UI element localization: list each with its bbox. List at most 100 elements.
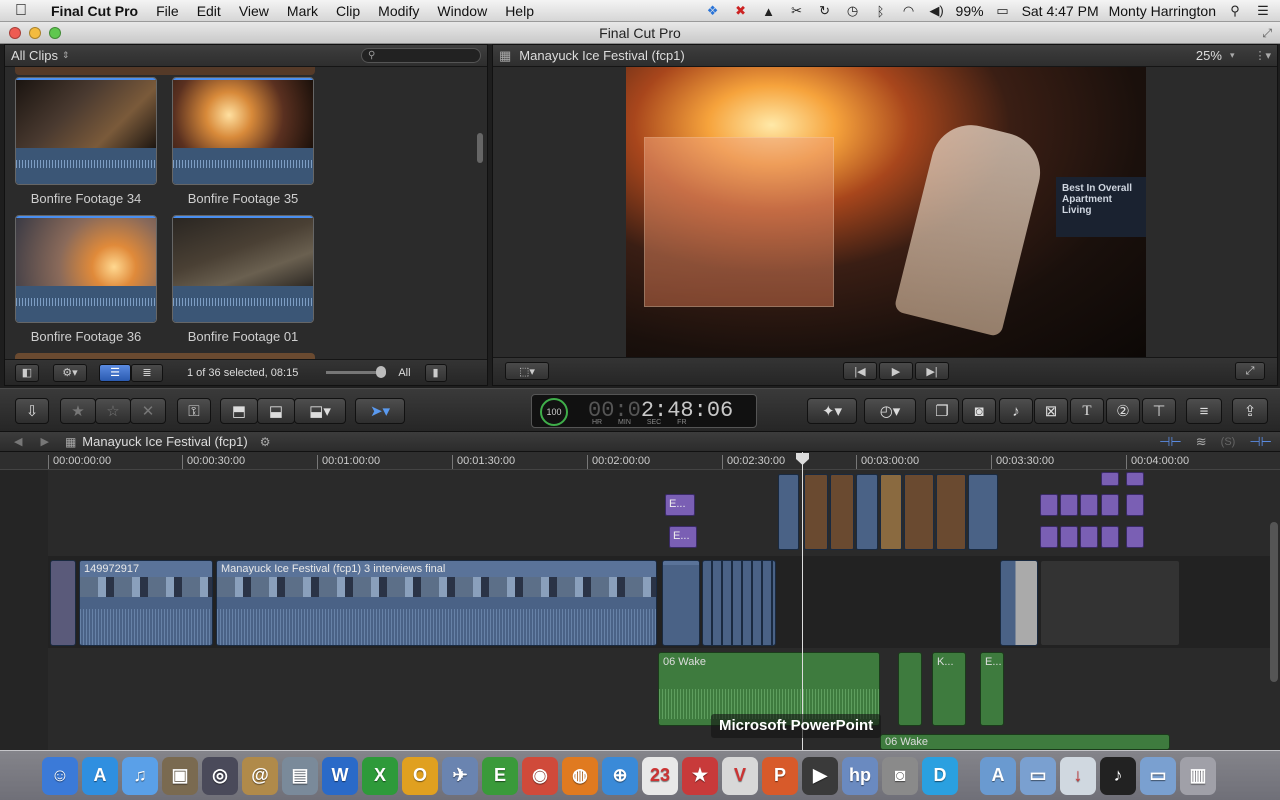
dock-icon-downloads[interactable]: ↓ <box>1060 756 1096 795</box>
connect-clip-button[interactable]: ⬒ <box>220 398 258 424</box>
title-clip[interactable]: E... <box>665 494 695 516</box>
dashboard-timecode[interactable]: 100 00:02:48:06 HR MIN SEC FR <box>531 394 757 428</box>
title-clip[interactable] <box>1060 526 1078 548</box>
next-edit-button[interactable]: ▶| <box>915 362 949 380</box>
reject-button[interactable]: ✕ <box>130 398 166 424</box>
keyword-button[interactable]: ⚿ <box>177 398 211 424</box>
dock-icon-safari[interactable]: ⊕ <box>602 756 638 795</box>
dock-icon-evernote[interactable]: E <box>482 756 518 795</box>
zoom-chevron-icon[interactable]: ▾ <box>1230 50 1235 61</box>
history-forward-icon[interactable]: ▶ <box>40 435 48 448</box>
music-browser-button[interactable]: ♪ <box>999 398 1033 424</box>
dock-icon-itunes[interactable]: ♫ <box>122 756 158 795</box>
clip-bonfire-34[interactable]: Bonfire Footage 34 <box>15 77 157 206</box>
dock-icon-applications[interactable]: A <box>980 756 1016 795</box>
dock-icon-folder[interactable]: ▭ <box>1140 756 1176 795</box>
playhead[interactable] <box>802 452 803 750</box>
title-clip[interactable] <box>1101 494 1119 516</box>
notification-center-icon[interactable]: ☰ <box>1254 3 1272 18</box>
dock-icon-documents[interactable]: ▭ <box>1020 756 1056 795</box>
clip-filter-menu[interactable]: All Clips <box>11 48 58 63</box>
play-button[interactable]: ▶ <box>879 362 913 380</box>
filmstrip-view-button[interactable]: ☰ <box>99 363 131 382</box>
connected-clip[interactable] <box>804 474 828 550</box>
dock-icon-iphoto[interactable]: ▣ <box>162 756 198 795</box>
title-clip[interactable] <box>1040 526 1058 548</box>
menu-view[interactable]: View <box>230 3 278 19</box>
fullscreen-play-button[interactable]: ⤢ <box>1235 362 1265 380</box>
viewer-zoom-menu[interactable]: 25% <box>1196 48 1222 63</box>
clip-height-button[interactable]: ▮ <box>424 363 447 382</box>
title-clip[interactable] <box>1101 472 1119 486</box>
title-clip[interactable] <box>1080 526 1098 548</box>
dock-icon-preview[interactable]: ▤ <box>282 756 318 795</box>
clip-thumbnail[interactable] <box>172 215 314 323</box>
connected-clip[interactable] <box>856 474 878 550</box>
audio-skimming-icon[interactable]: ≋ <box>1196 434 1207 450</box>
dock-icon-final-cut-pro[interactable]: ▶ <box>802 756 838 795</box>
retime-button[interactable]: ◴▾ <box>864 398 916 424</box>
timeline-index-icon[interactable]: ⚙ <box>260 435 271 449</box>
solo-icon[interactable]: (S) <box>1221 436 1236 448</box>
connected-clip[interactable] <box>880 474 902 550</box>
apple-menu-icon[interactable]:  <box>0 2 42 20</box>
dock-icon-app-store[interactable]: A <box>82 756 118 795</box>
audio-clip-06-wake-2[interactable]: 06 Wake <box>880 734 1170 750</box>
battery-percent[interactable]: 99% <box>956 3 984 19</box>
favorite-button[interactable]: ★ <box>60 398 96 424</box>
action-gear-button[interactable]: ⚙▾ <box>53 363 87 382</box>
share-button[interactable]: ⇪ <box>1232 398 1268 424</box>
title-clip[interactable] <box>1060 494 1078 516</box>
fullscreen-icon[interactable]: ⤢ <box>1262 22 1272 44</box>
menu-edit[interactable]: Edit <box>188 3 230 19</box>
connected-clip[interactable] <box>904 474 934 550</box>
dock-icon-chrome[interactable]: ◉ <box>522 756 558 795</box>
transform-tool-button[interactable]: ⬚▾ <box>505 362 549 380</box>
dock-icon-aperture[interactable]: ◎ <box>202 756 238 795</box>
library-toggle-button[interactable]: ◧ <box>15 363 39 382</box>
clip-zoom-slider[interactable] <box>326 366 387 378</box>
menu-clock[interactable]: Sat 4:47 PM <box>1022 3 1099 19</box>
storyline-clip[interactable] <box>50 560 76 646</box>
dock-icon-excel[interactable]: X <box>362 756 398 795</box>
browser-scrollbar[interactable] <box>477 133 483 163</box>
themes-browser-button[interactable]: ⊤ <box>1142 398 1176 424</box>
dock-icon-image-capture[interactable]: ◙ <box>882 756 918 795</box>
append-clip-button[interactable]: ⬓▾ <box>294 398 346 424</box>
battery-icon[interactable]: ▭ <box>994 3 1012 18</box>
background-tasks-dial[interactable]: 100 <box>540 398 568 426</box>
close-window-button[interactable] <box>9 27 21 39</box>
video-frame[interactable]: Best In Overall Apartment Living <box>626 67 1146 357</box>
storyline-clip-group[interactable] <box>702 560 776 646</box>
skimming-icon[interactable]: ⊣⊢ <box>1159 434 1182 450</box>
dock-icon-powerpoint[interactable]: P <box>762 756 798 795</box>
dock-icon-hp[interactable]: hp <box>842 756 878 795</box>
clip-thumbnail[interactable] <box>172 77 314 185</box>
storyline-clip[interactable] <box>662 560 700 646</box>
dropbox-icon[interactable]: ❖ <box>704 3 722 18</box>
history-back-icon[interactable]: ◀ <box>14 435 22 448</box>
title-clip[interactable] <box>1126 472 1144 486</box>
effects-browser-button[interactable]: ❐ <box>925 398 959 424</box>
clip-thumbnail[interactable] <box>15 77 157 185</box>
menu-user[interactable]: Monty Harrington <box>1109 3 1216 19</box>
bluetooth-icon[interactable]: ᛒ <box>872 4 890 19</box>
title-clip[interactable] <box>1126 494 1144 516</box>
clip-bonfire-35[interactable]: Bonfire Footage 35 <box>172 77 314 206</box>
connected-clip[interactable] <box>936 474 966 550</box>
storyline-clip-149972917[interactable]: 149972917 <box>79 560 213 646</box>
clip-thumbnail[interactable] <box>15 215 157 323</box>
enhancements-button[interactable]: ✦▾ <box>807 398 857 424</box>
menu-mark[interactable]: Mark <box>278 3 327 19</box>
dock-icon-calendar[interactable]: 23 <box>642 756 678 795</box>
dock-icon-outlook[interactable]: O <box>402 756 438 795</box>
menu-file[interactable]: File <box>147 3 188 19</box>
menu-clip[interactable]: Clip <box>327 3 369 19</box>
timeline-scrollbar[interactable] <box>1270 522 1278 682</box>
title-clip[interactable] <box>1126 526 1144 548</box>
time-machine-icon[interactable]: ◷ <box>844 3 862 18</box>
dock-icon-tasks[interactable]: ★ <box>682 756 718 795</box>
audio-clip-k[interactable]: K... <box>932 652 966 726</box>
select-tool-button[interactable]: ➤▾ <box>355 398 405 424</box>
dock-icon-dashboard[interactable]: D <box>922 756 958 795</box>
